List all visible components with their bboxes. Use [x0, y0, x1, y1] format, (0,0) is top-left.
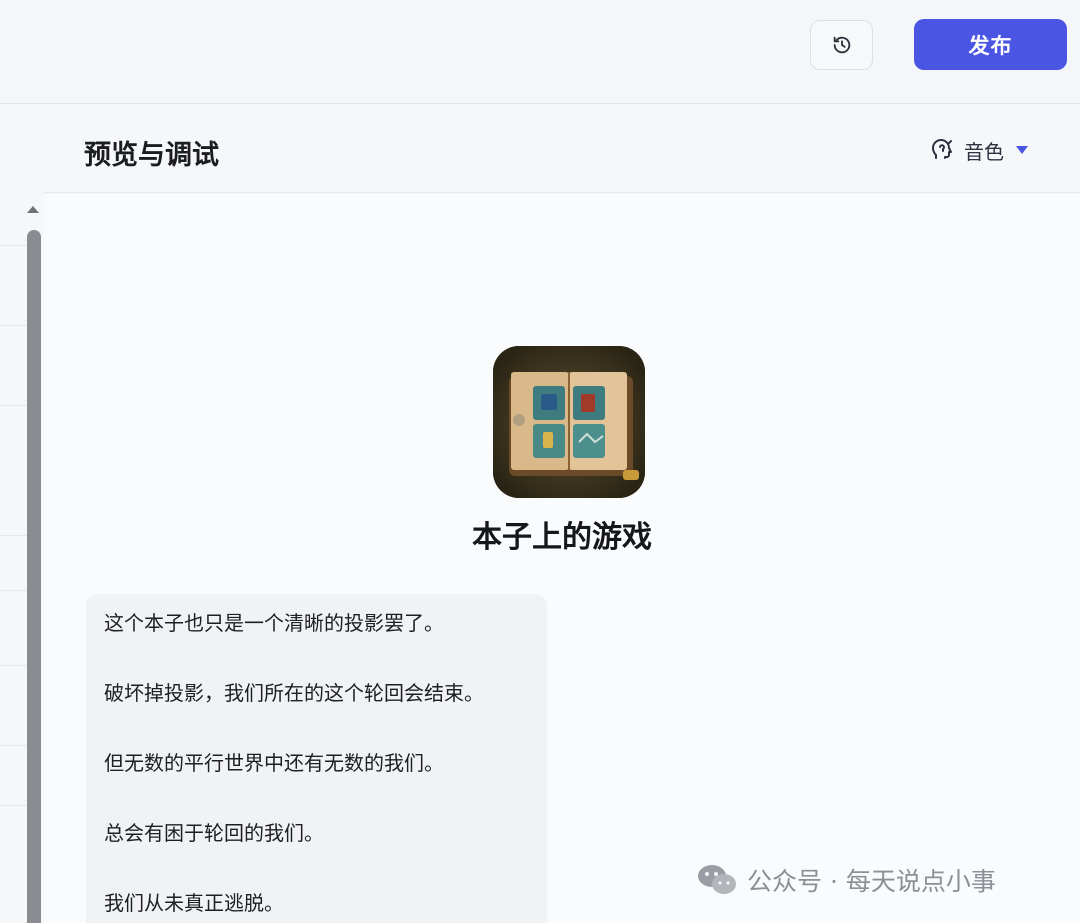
top-bar: 发布: [0, 0, 1080, 104]
panel-title: 预览与调试: [84, 140, 219, 171]
message-line: 破坏掉投影，我们所在的这个轮回会结束。: [104, 681, 484, 705]
divider: [0, 405, 28, 406]
divider: [0, 325, 28, 326]
divider: [0, 805, 28, 806]
divider: [0, 245, 28, 246]
voice-selector[interactable]: 音色: [930, 135, 1028, 165]
watermark: 公众号 · 每天说点小事: [697, 860, 996, 900]
message-line: 但无数的平行世界中还有无数的我们。: [104, 751, 444, 775]
voice-label: 音色: [964, 139, 1004, 164]
scrollbar-thumb[interactable]: [27, 230, 41, 923]
wechat-icon: [698, 865, 736, 894]
chat-area: 本子上的游戏 这个本子也只是一个清晰的投影罢了。 破坏掉投影，我们所在的这个轮回…: [44, 194, 1080, 923]
voice-tone-icon: [932, 139, 952, 159]
preview-panel-header: 预览与调试 音色: [44, 105, 1080, 193]
message-line: 我们从未真正逃脱。: [104, 891, 284, 915]
scroll-up-arrow-icon[interactable]: [27, 206, 39, 213]
clock-history-icon: [833, 36, 850, 54]
message-line: 这个本子也只是一个清晰的投影罢了。: [104, 611, 444, 635]
bot-avatar: [493, 346, 645, 498]
watermark-text: 公众号 · 每天说点小事: [747, 867, 996, 896]
message-line: 总会有困于轮回的我们。: [104, 821, 324, 845]
caret-down-icon: [1016, 146, 1028, 154]
notebook-game-icon: [493, 346, 645, 498]
history-button[interactable]: [810, 20, 873, 70]
divider: [0, 745, 28, 746]
divider: [0, 665, 28, 666]
bot-message-bubble: 这个本子也只是一个清晰的投影罢了。 破坏掉投影，我们所在的这个轮回会结束。 但无…: [86, 594, 547, 923]
bot-name: 本子上的游戏: [472, 520, 652, 555]
divider: [0, 535, 28, 536]
divider: [0, 590, 28, 591]
publish-button[interactable]: 发布: [914, 19, 1067, 70]
